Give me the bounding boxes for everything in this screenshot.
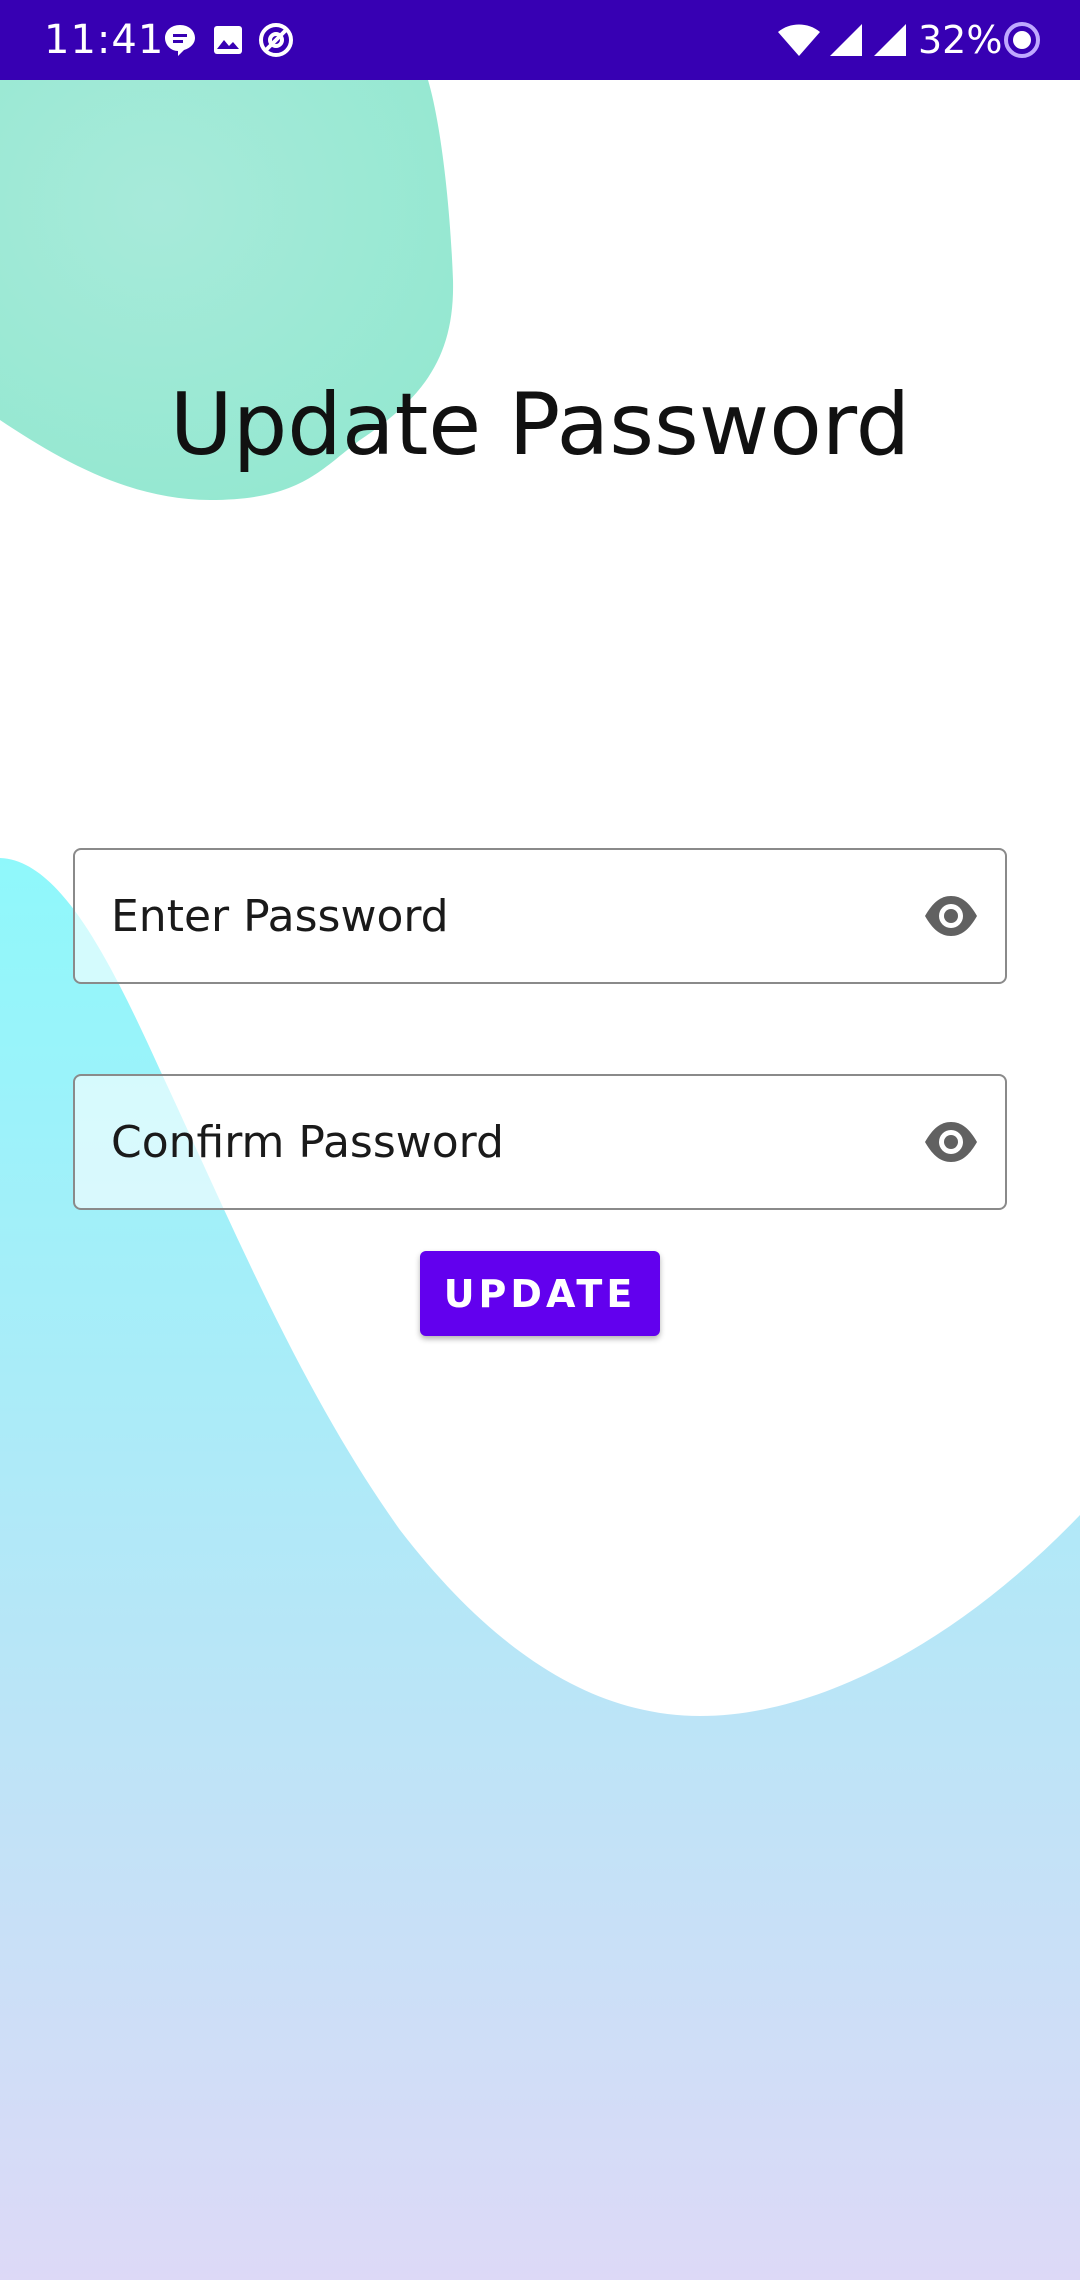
app-notification-icon xyxy=(259,23,293,57)
wifi-icon xyxy=(778,24,820,56)
wave-blob xyxy=(0,858,1080,2280)
confirm-password-field[interactable] xyxy=(73,1074,1007,1210)
battery-saver-icon xyxy=(1004,22,1040,58)
image-icon xyxy=(214,26,242,54)
page-title: Update Password xyxy=(169,375,911,475)
eye-icon[interactable] xyxy=(923,890,979,942)
battery-percentage: 32% xyxy=(918,18,1003,62)
password-field[interactable] xyxy=(73,848,1007,984)
confirm-password-input[interactable] xyxy=(111,1076,891,1208)
update-button[interactable]: UPDATE xyxy=(420,1251,660,1336)
update-password-screen: 11:41 32% Update Password UPDATE xyxy=(0,0,1080,2280)
status-time: 11:41 xyxy=(44,17,165,63)
message-icon xyxy=(165,25,195,56)
eye-icon[interactable] xyxy=(923,1116,979,1168)
password-input[interactable] xyxy=(111,850,891,982)
status-bar: 11:41 32% xyxy=(0,0,1080,80)
signal-icon xyxy=(830,24,862,56)
signal-icon xyxy=(874,24,906,56)
